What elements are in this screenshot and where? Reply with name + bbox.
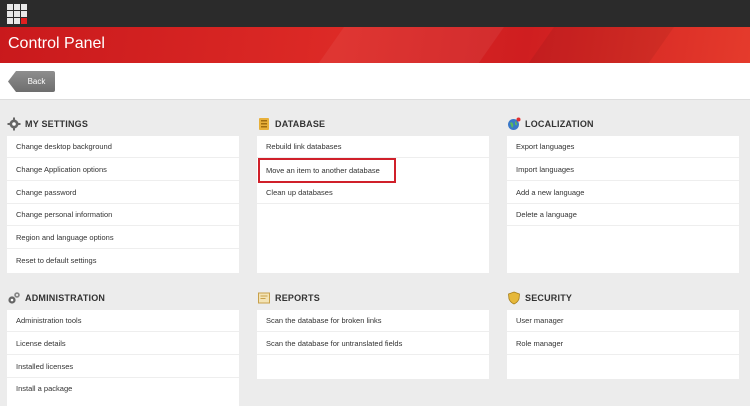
change-password-link[interactable]: Change password [7,182,239,204]
installed-licenses-link[interactable]: Installed licenses [7,356,239,378]
role-manager-link[interactable]: Role manager [507,333,739,355]
top-bar [0,0,750,27]
change-desktop-background-link[interactable]: Change desktop background [7,136,239,158]
reset-default-settings-link[interactable]: Reset to default settings [7,250,239,272]
user-manager-link[interactable]: User manager [507,310,739,332]
app-launcher-icon[interactable] [7,4,27,24]
page-header: Control Panel [0,27,750,63]
section-header: ADMINISTRATION [7,289,105,307]
section-header: REPORTS [257,289,320,307]
add-new-language-link[interactable]: Add a new language [507,182,739,204]
shield-icon [507,291,521,305]
move-item-to-another-database-link[interactable]: Move an item to another database [258,158,396,183]
export-languages-link[interactable]: Export languages [507,136,739,158]
section-title: REPORTS [275,293,320,303]
administration-tools-link[interactable]: Administration tools [7,310,239,332]
license-details-link[interactable]: License details [7,333,239,355]
section-panel: Scan the database for broken links Scan … [257,310,489,379]
rebuild-link-databases-link[interactable]: Rebuild link databases [257,136,489,158]
scan-broken-links-link[interactable]: Scan the database for broken links [257,310,489,332]
section-title: DATABASE [275,119,326,129]
section-header: DATABASE [257,115,325,133]
toolbar: Back [0,63,750,100]
change-personal-information-link[interactable]: Change personal information [7,204,239,226]
section-header: SECURITY [507,289,572,307]
region-language-options-link[interactable]: Region and language options [7,227,239,249]
scan-untranslated-fields-link[interactable]: Scan the database for untranslated field… [257,333,489,355]
section-title: ADMINISTRATION [25,293,106,303]
section-header: LOCALIZATION [507,115,594,133]
database-icon [257,117,271,131]
clean-up-databases-link[interactable]: Clean up databases [257,182,489,204]
delete-language-link[interactable]: Delete a language [507,204,739,226]
gears-icon [7,291,21,305]
back-button[interactable]: Back [8,71,55,92]
section-header: MY SETTINGS [7,115,88,133]
section-title: MY SETTINGS [25,119,89,129]
gear-icon [7,117,21,131]
section-panel: Rebuild link databases Move an item to a… [257,136,489,273]
section-panel: Export languages Import languages Add a … [507,136,739,273]
import-languages-link[interactable]: Import languages [507,159,739,181]
section-panel: User manager Role manager [507,310,739,379]
section-panel: Administration tools License details Ins… [7,310,239,406]
globe-icon [507,117,521,131]
change-application-options-link[interactable]: Change Application options [7,159,239,181]
install-package-link[interactable]: Install a package [7,378,239,400]
report-icon [257,291,271,305]
section-title: SECURITY [525,293,573,303]
section-title: LOCALIZATION [525,119,594,129]
page-title: Control Panel [8,35,105,52]
section-panel: Change desktop background Change Applica… [7,136,239,273]
